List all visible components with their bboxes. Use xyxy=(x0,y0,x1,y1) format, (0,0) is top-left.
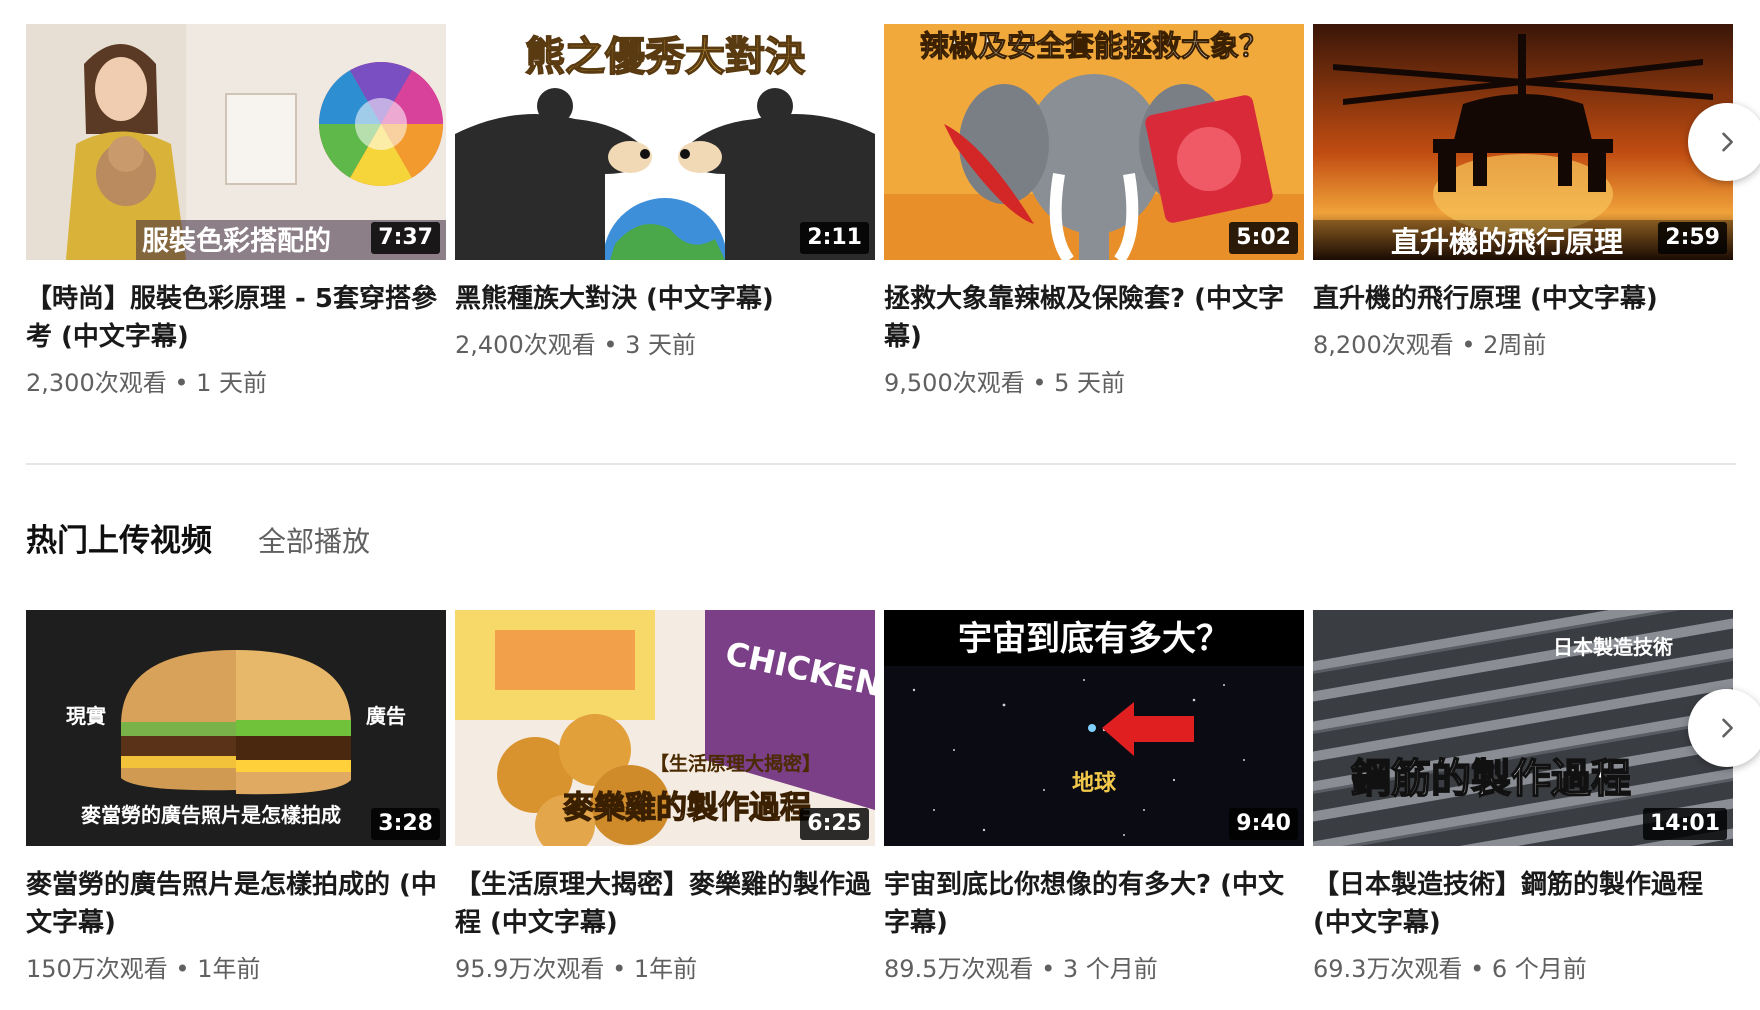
section-header: 热门上传视频 全部播放 xyxy=(26,515,370,560)
video-shelf-popular: 現實 廣告 麥當勞的廣告照片是怎樣拍成 3:28 麥當勞的廣告照片是怎樣拍成的 … xyxy=(26,610,1760,984)
video-title[interactable]: 【生活原理大揭密】麥樂雞的製作過程 (中文字幕) xyxy=(455,866,875,942)
video-row: 服裝色彩搭配的 7:37 【時尚】服裝色彩原理 - 5套穿搭參考 (中文字幕) … xyxy=(26,24,1760,398)
video-card[interactable]: 日本製造技術 鋼筋的製作過程 14:01 【日本製造技術】鋼筋的製作過程 (中文… xyxy=(1313,610,1733,984)
video-card[interactable]: 辣椒及安全套能拯救大象？ 5:02 拯救大象靠辣椒及保險套? (中文字幕) 9,… xyxy=(884,24,1304,398)
video-meta: 2,400次观看 • 3 天前 xyxy=(455,331,697,359)
thumbnail-tag: 【生活原理大揭密】 xyxy=(650,752,821,775)
video-shelf-recent: 服裝色彩搭配的 7:37 【時尚】服裝色彩原理 - 5套穿搭參考 (中文字幕) … xyxy=(26,24,1760,398)
chevron-right-icon xyxy=(1722,718,1733,738)
video-title[interactable]: 【時尚】服裝色彩原理 - 5套穿搭參考 (中文字幕) xyxy=(26,280,446,356)
shelf-next-button[interactable] xyxy=(1688,103,1760,181)
video-duration: 9:40 xyxy=(1229,808,1298,840)
thumbnail-caption: 宇宙到底有多大？ xyxy=(958,619,1230,659)
play-all-button[interactable]: 全部播放 xyxy=(258,520,370,560)
thumbnail-caption: 直升機的飛行原理 xyxy=(1391,225,1623,259)
thumbnail-caption: 鋼筋的製作過程 xyxy=(1351,756,1631,802)
video-thumbnail[interactable]: 現實 廣告 麥當勞的廣告照片是怎樣拍成 3:28 xyxy=(26,610,446,846)
thumbnail-label-left: 現實 xyxy=(66,704,106,728)
video-meta: 8,200次观看 • 2周前 xyxy=(1313,331,1547,359)
thumbnail-label-right: 廣告 xyxy=(366,704,406,728)
video-title[interactable]: 宇宙到底比你想像的有多大? (中文字幕) xyxy=(884,866,1304,942)
video-title[interactable]: 直升機的飛行原理 (中文字幕) xyxy=(1313,280,1733,318)
video-card[interactable]: 現實 廣告 麥當勞的廣告照片是怎樣拍成 3:28 麥當勞的廣告照片是怎樣拍成的 … xyxy=(26,610,446,984)
video-thumbnail[interactable]: 宇宙到底有多大？ 地球 9:40 xyxy=(884,610,1304,846)
video-thumbnail[interactable]: 服裝色彩搭配的 7:37 xyxy=(26,24,446,260)
thumbnail-caption: 服裝色彩搭配的 xyxy=(142,225,331,257)
shelf-next-button[interactable] xyxy=(1688,689,1760,767)
video-thumbnail[interactable]: CHICKEN McNUGGETS 【生活原理大揭密】 麥樂雞的製作過程 6:2… xyxy=(455,610,875,846)
video-meta: 89.5万次观看 • 3 个月前 xyxy=(884,955,1158,983)
video-card[interactable]: 直升機的飛行原理 2:59 直升機的飛行原理 (中文字幕) 8,200次观看 •… xyxy=(1313,24,1733,398)
video-card[interactable]: 宇宙到底有多大？ 地球 9:40 宇宙到底比你想像的有多大? (中文字幕) 89… xyxy=(884,610,1304,984)
video-title[interactable]: 拯救大象靠辣椒及保險套? (中文字幕) xyxy=(884,280,1304,356)
video-meta: 9,500次观看 • 5 天前 xyxy=(884,369,1126,397)
video-duration: 3:28 xyxy=(371,808,440,840)
video-title[interactable]: 【日本製造技術】鋼筋的製作過程 (中文字幕) xyxy=(1313,866,1733,942)
video-meta: 69.3万次观看 • 6 个月前 xyxy=(1313,955,1587,983)
video-thumbnail[interactable]: 熊之優秀大對決 2:11 xyxy=(455,24,875,260)
video-duration: 14:01 xyxy=(1642,808,1727,840)
thumbnail-tag: 日本製造技術 xyxy=(1553,635,1673,659)
thumbnail-caption: 辣椒及安全套能拯救大象？ xyxy=(920,29,1268,63)
video-duration: 7:37 xyxy=(371,222,440,254)
video-title[interactable]: 麥當勞的廣告照片是怎樣拍成的 (中文字幕) xyxy=(26,866,446,942)
channel-page: 服裝色彩搭配的 7:37 【時尚】服裝色彩原理 - 5套穿搭參考 (中文字幕) … xyxy=(0,0,1760,1010)
section-divider xyxy=(26,463,1736,465)
video-title[interactable]: 黑熊種族大對決 (中文字幕) xyxy=(455,280,875,318)
video-meta: 150万次观看 • 1年前 xyxy=(26,955,261,983)
video-duration: 5:02 xyxy=(1229,222,1298,254)
video-card[interactable]: CHICKEN McNUGGETS 【生活原理大揭密】 麥樂雞的製作過程 6:2… xyxy=(455,610,875,984)
thumbnail-caption: 麥當勞的廣告照片是怎樣拍成 xyxy=(80,803,341,827)
thumbnail-caption: 麥樂雞的製作過程 xyxy=(563,790,811,826)
video-thumbnail[interactable]: 日本製造技術 鋼筋的製作過程 14:01 xyxy=(1313,610,1733,846)
video-meta: 2,300次观看 • 1 天前 xyxy=(26,369,268,397)
video-duration: 6:25 xyxy=(800,808,869,840)
video-thumbnail[interactable]: 辣椒及安全套能拯救大象？ 5:02 xyxy=(884,24,1304,260)
section-title[interactable]: 热门上传视频 xyxy=(26,515,212,560)
video-duration: 2:59 xyxy=(1658,222,1727,254)
thumbnail-caption: 熊之優秀大對決 xyxy=(525,34,805,80)
thumbnail-label: 地球 xyxy=(1072,771,1117,796)
video-thumbnail[interactable]: 直升機的飛行原理 2:59 xyxy=(1313,24,1733,260)
video-meta: 95.9万次观看 • 1年前 xyxy=(455,955,698,983)
chevron-right-icon xyxy=(1722,132,1733,152)
video-duration: 2:11 xyxy=(800,222,869,254)
video-card[interactable]: 熊之優秀大對決 2:11 黑熊種族大對決 (中文字幕) 2,400次观看 • 3… xyxy=(455,24,875,398)
video-card[interactable]: 服裝色彩搭配的 7:37 【時尚】服裝色彩原理 - 5套穿搭參考 (中文字幕) … xyxy=(26,24,446,398)
video-row: 現實 廣告 麥當勞的廣告照片是怎樣拍成 3:28 麥當勞的廣告照片是怎樣拍成的 … xyxy=(26,610,1760,984)
